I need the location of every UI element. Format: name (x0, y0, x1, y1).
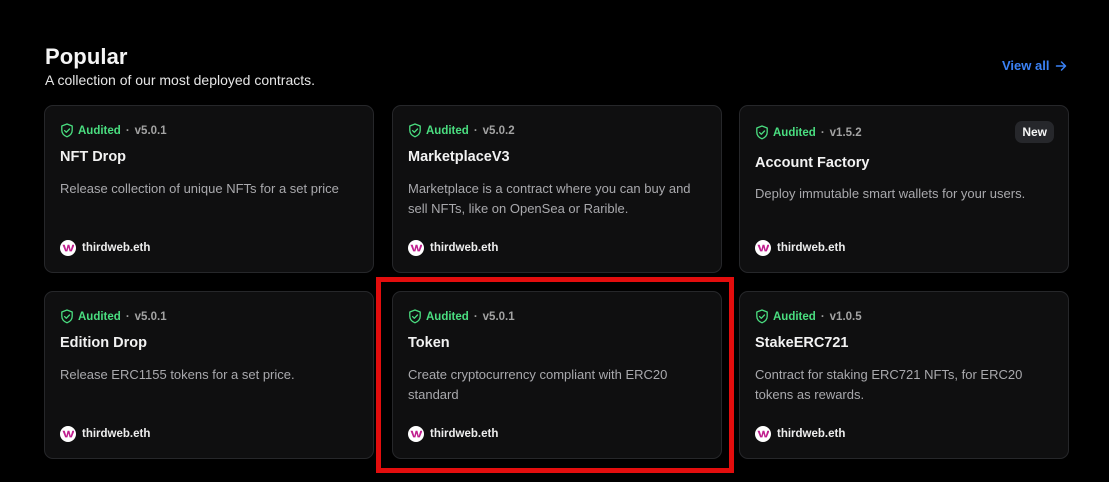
version-label: v5.0.1 (134, 310, 167, 323)
author: thirdweb.eth (60, 240, 150, 256)
arrow-right-icon (1056, 60, 1067, 71)
separator: · (125, 310, 130, 323)
audit-status: Audited · v1.0.5 (755, 309, 862, 324)
audited-label: Audited (78, 310, 121, 323)
contract-description: Deploy immutable smart wallets for your … (755, 186, 1026, 201)
contract-name: StakeERC721 (755, 335, 849, 351)
author: thirdweb.eth (408, 240, 498, 256)
audit-status: Audited · v1.5.2 (755, 125, 862, 140)
audit-status: Audited · v5.0.1 (60, 309, 167, 324)
thirdweb-logo-icon (755, 426, 771, 442)
separator: · (820, 126, 825, 139)
author-name: thirdweb.eth (777, 428, 846, 440)
author-name: thirdweb.eth (430, 428, 499, 440)
author: thirdweb.eth (408, 426, 498, 442)
audit-status: Audited · v5.0.1 (60, 123, 167, 138)
separator: · (473, 124, 478, 137)
contract-card-marketplacev3[interactable]: Audited · v5.0.2 MarketplaceV3 Marketpla… (392, 105, 722, 273)
separator: · (125, 124, 130, 137)
shield-check-icon (756, 309, 768, 324)
version-label: v1.0.5 (829, 310, 862, 323)
contract-card-nft-drop[interactable]: Audited · v5.0.1 NFT Drop Release collec… (44, 105, 374, 273)
audited-label: Audited (78, 124, 121, 137)
contract-description: Release collection of unique NFTs for a … (60, 181, 339, 196)
contract-card-edition-drop[interactable]: Audited · v5.0.1 Edition Drop Release ER… (44, 291, 374, 459)
contract-name: Edition Drop (60, 335, 147, 351)
contract-card-stakeerc721[interactable]: Audited · v1.0.5 StakeERC721 Contract fo… (739, 291, 1069, 459)
audited-label: Audited (426, 310, 469, 323)
shield-check-icon (61, 123, 73, 138)
thirdweb-logo-icon (408, 240, 424, 256)
shield-check-icon (756, 125, 768, 140)
contract-name: MarketplaceV3 (408, 149, 510, 165)
shield-check-icon (61, 309, 73, 324)
contract-card-token[interactable]: Audited · v5.0.1 Token Create cryptocurr… (392, 291, 722, 459)
contract-description: Release ERC1155 tokens for a set price. (60, 367, 295, 382)
author: thirdweb.eth (755, 426, 845, 442)
shield-check-icon (409, 123, 421, 138)
thirdweb-logo-icon (60, 426, 76, 442)
contract-name: Account Factory (755, 155, 870, 171)
popular-section: Popular A collection of our most deploye… (0, 0, 1109, 482)
contract-description: Contract for staking ERC721 NFTs, for ER… (755, 367, 1023, 402)
separator: · (820, 310, 825, 323)
audit-status: Audited · v5.0.2 (408, 123, 515, 138)
author-name: thirdweb.eth (82, 428, 151, 440)
author: thirdweb.eth (755, 240, 845, 256)
shield-check-icon (409, 309, 421, 324)
author-name: thirdweb.eth (430, 242, 499, 254)
contract-card-account-factory[interactable]: Audited · v1.5.2 New Account Factory Dep… (739, 105, 1069, 273)
thirdweb-logo-icon (408, 426, 424, 442)
version-label: v5.0.2 (482, 124, 515, 137)
audited-label: Audited (426, 124, 469, 137)
audited-label: Audited (773, 310, 816, 323)
separator: · (473, 310, 478, 323)
section-title: Popular (45, 44, 128, 69)
contract-name: Token (408, 335, 450, 351)
audited-label: Audited (773, 126, 816, 139)
version-label: v1.5.2 (829, 126, 862, 139)
contract-description: Marketplace is a contract where you can … (408, 181, 691, 216)
section-subtitle: A collection of our most deployed contra… (45, 72, 316, 88)
version-label: v5.0.1 (482, 310, 515, 323)
thirdweb-logo-icon (60, 240, 76, 256)
thirdweb-logo-icon (755, 240, 771, 256)
author: thirdweb.eth (60, 426, 150, 442)
view-all-label: View all (1002, 58, 1050, 73)
view-all-link[interactable]: View all (1002, 58, 1067, 73)
contract-name: NFT Drop (60, 149, 127, 165)
author-name: thirdweb.eth (82, 242, 151, 254)
author-name: thirdweb.eth (777, 242, 846, 254)
version-label: v5.0.1 (134, 124, 167, 137)
contract-description: Create cryptocurrency compliant with ERC… (408, 367, 668, 402)
new-badge: New (1015, 121, 1054, 143)
audit-status: Audited · v5.0.1 (408, 309, 515, 324)
